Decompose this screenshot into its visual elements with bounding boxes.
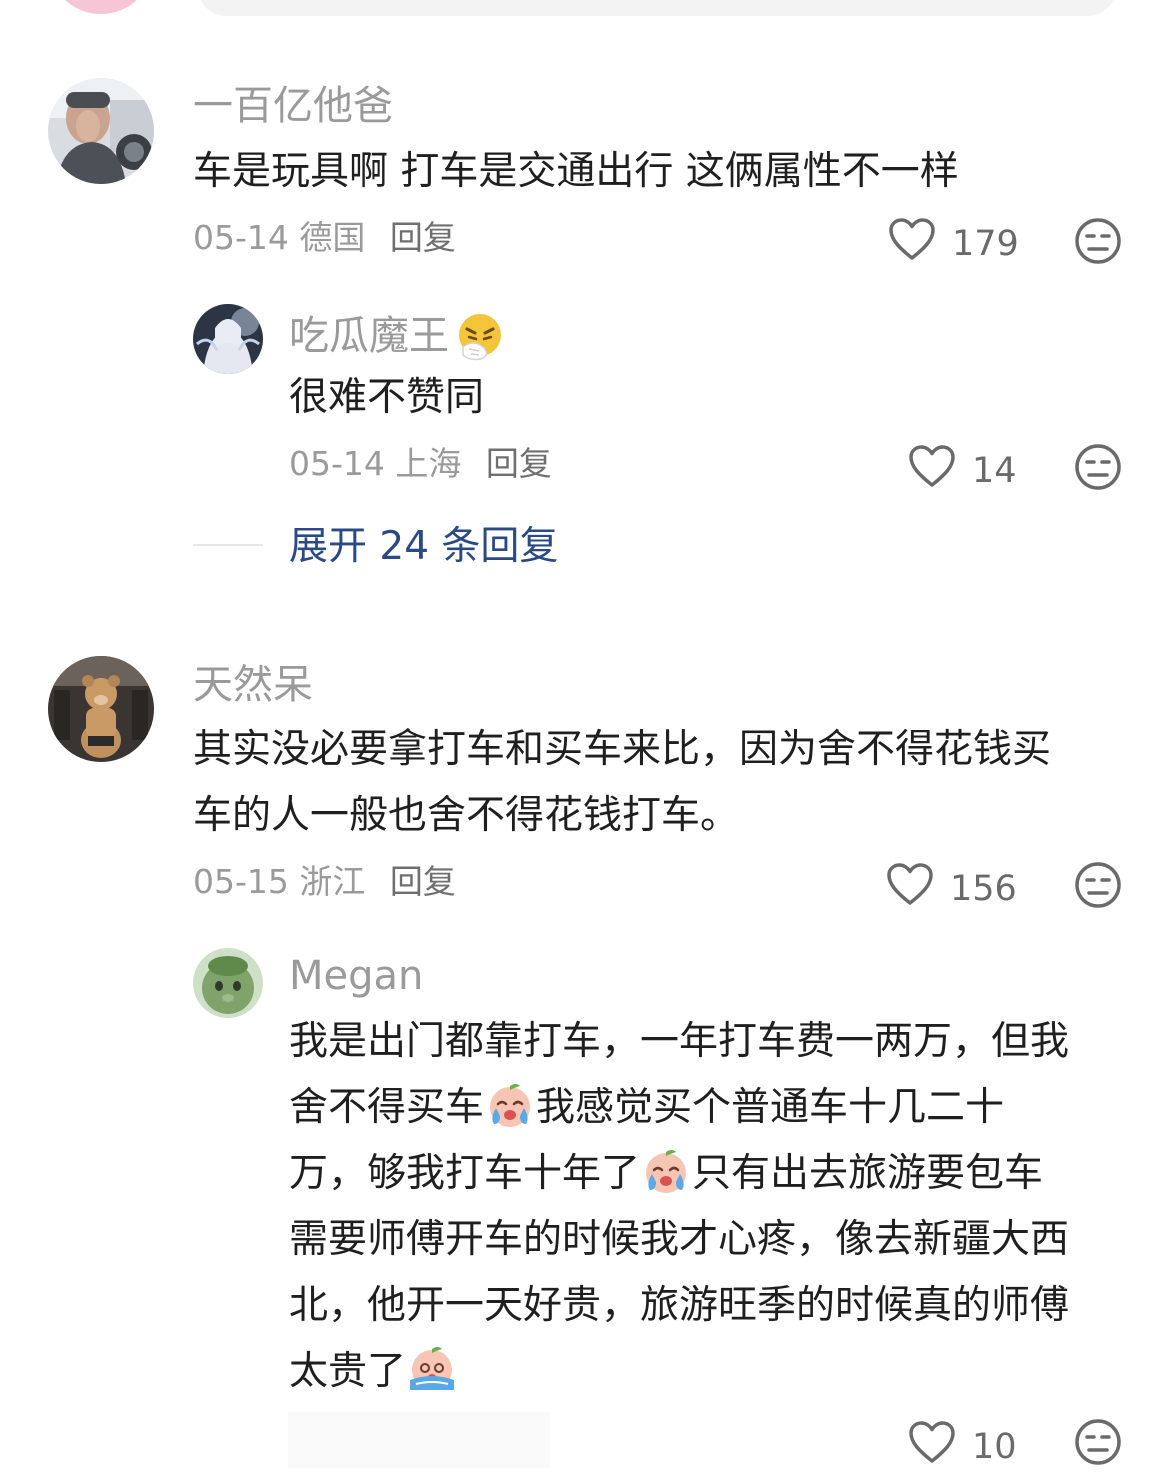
reply-meta-placeholder: [288, 1412, 550, 1468]
reply-text-line-6: 太贵了: [289, 1339, 458, 1404]
like-button[interactable]: 179: [888, 217, 1019, 270]
comment-meta: 05-14 德国 回复: [193, 221, 456, 254]
expand-replies-link[interactable]: 展开 24 条回复: [289, 527, 558, 566]
comment-text: 车是玩具啊 打车是交通出行 这俩属性不一样: [193, 149, 959, 194]
wailing-baby-icon: [406, 1344, 458, 1392]
reply-location: 上海: [395, 444, 462, 483]
heart-outline-icon: [886, 862, 934, 915]
expand-divider: [193, 544, 263, 546]
comment-meta: 05-15 浙江 回复: [193, 865, 456, 898]
reply-text-line-3: 万，够我打车十年了 只有出去旅游要包车: [289, 1141, 1043, 1206]
reply-date: 05-14: [289, 444, 385, 483]
like-count: 10: [972, 1426, 1017, 1467]
neutral-face-icon: [1074, 218, 1122, 269]
like-button[interactable]: 14: [908, 444, 1017, 497]
reply-username[interactable]: 吃瓜魔王: [289, 316, 449, 356]
dislike-button[interactable]: [1074, 443, 1122, 495]
neutral-face-icon: [1074, 444, 1122, 495]
reply-button[interactable]: 回复: [486, 444, 552, 483]
like-count: 179: [952, 223, 1019, 264]
reply-text-line-2: 舍不得买车 我感觉买个普通车十几二十: [289, 1075, 1004, 1140]
comment-username[interactable]: 天然呆: [193, 665, 313, 705]
crying-baby-icon: [484, 1080, 536, 1128]
reply-meta: 05-14 上海 回复: [289, 447, 552, 480]
reply-username-row[interactable]: 吃瓜魔王: [289, 311, 505, 361]
dislike-button[interactable]: [1074, 861, 1122, 913]
avatar-comment-2[interactable]: [48, 656, 154, 762]
reply-button[interactable]: 回复: [390, 862, 456, 901]
reply-text-segment: 万，够我打车十年了: [289, 1151, 641, 1196]
previous-avatar[interactable]: [48, 0, 154, 14]
reply-text-segment: 太贵了: [289, 1349, 407, 1394]
reply-text-segment: 舍不得买车: [289, 1085, 485, 1130]
comment-location: 德国: [299, 218, 366, 257]
like-button[interactable]: 156: [886, 862, 1017, 915]
reply-text-line-1: 我是出门都靠打车，一年打车费一两万，但我: [289, 1019, 1070, 1064]
sneezing-face-icon: [455, 311, 505, 361]
reply-button[interactable]: 回复: [390, 218, 456, 257]
dislike-button[interactable]: [1074, 217, 1122, 269]
reply-text-segment: 只有出去旅游要包车: [692, 1151, 1044, 1196]
heart-outline-icon: [908, 444, 956, 497]
dislike-button[interactable]: [1074, 1418, 1122, 1470]
reply-username[interactable]: Megan: [289, 956, 423, 996]
avatar-reply-1[interactable]: [193, 304, 263, 374]
comment-location: 浙江: [299, 862, 366, 901]
heart-outline-icon: [888, 217, 936, 270]
crying-baby-icon: [640, 1146, 692, 1194]
comment-username[interactable]: 一百亿他爸: [193, 86, 393, 126]
neutral-face-icon: [1074, 1419, 1122, 1470]
comment-date: 05-14: [193, 218, 289, 257]
avatar-reply-2[interactable]: [193, 948, 263, 1018]
comment-text-line-2: 车的人一般也舍不得花钱打车。: [193, 793, 740, 838]
comment-text-line-1: 其实没必要拿打车和买车来比，因为舍不得花钱买: [193, 727, 1052, 772]
like-count: 156: [950, 868, 1017, 909]
avatar-comment-1[interactable]: [48, 78, 154, 184]
comment-date: 05-15: [193, 862, 289, 901]
reply-text-segment: 我感觉买个普通车十几二十: [536, 1085, 1005, 1130]
like-count: 14: [972, 450, 1017, 491]
reply-text-line-5: 北，他开一天好贵，旅游旺季的时候真的师傅: [289, 1283, 1070, 1328]
comment-input-bar[interactable]: [198, 0, 1116, 16]
heart-outline-icon: [908, 1420, 956, 1473]
like-button[interactable]: 10: [908, 1420, 1017, 1473]
reply-text-line-4: 需要师傅开车的时候我才心疼，像去新疆大西: [289, 1217, 1070, 1262]
neutral-face-icon: [1074, 862, 1122, 913]
reply-text: 很难不赞同: [289, 375, 485, 420]
